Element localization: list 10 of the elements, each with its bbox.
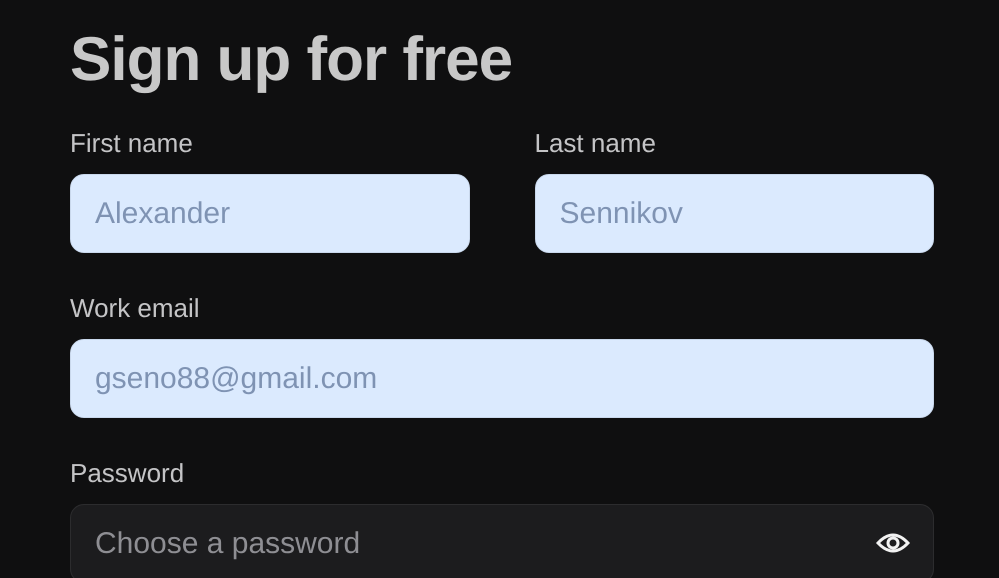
input-field[interactable]: Sennikov: [534, 174, 934, 253]
field-label: Last name: [534, 128, 657, 158]
eye-icon[interactable]: [876, 531, 910, 555]
page-title: Sign up for free: [70, 24, 514, 96]
input-field[interactable]: gseno88@gmail.com: [70, 339, 934, 418]
field-label: Work email: [70, 293, 201, 323]
field-label: Password: [70, 458, 186, 488]
password-field[interactable]: Choose a password: [70, 504, 934, 578]
field-label: First name: [70, 128, 194, 158]
input-field[interactable]: Alexander: [70, 174, 470, 253]
